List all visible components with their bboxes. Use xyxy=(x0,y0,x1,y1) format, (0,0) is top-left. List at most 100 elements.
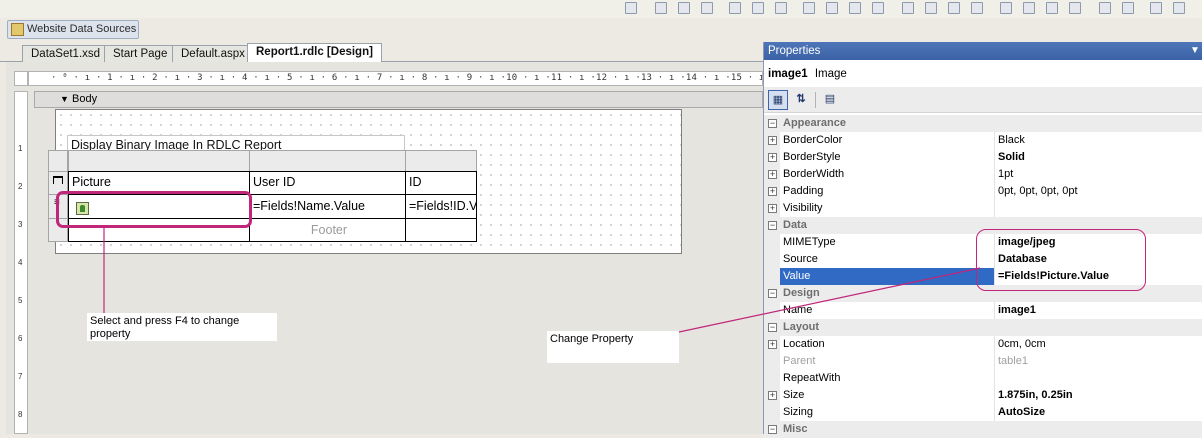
property-category[interactable]: − Layout xyxy=(764,319,1202,336)
layout-tool-icon[interactable] xyxy=(775,2,787,14)
property-row[interactable]: Sizing AutoSize xyxy=(764,404,1202,421)
table-column-handle[interactable] xyxy=(68,150,250,172)
expand-icon[interactable]: + xyxy=(768,391,777,400)
layout-tool-icon[interactable] xyxy=(971,2,983,14)
property-value[interactable]: Solid xyxy=(994,149,1202,166)
property-value[interactable]: image1 xyxy=(994,302,1202,319)
property-row[interactable]: + BorderColor Black xyxy=(764,132,1202,149)
property-name: MIMEType xyxy=(783,236,836,248)
object-name: image1 xyxy=(768,68,808,80)
expand-icon[interactable]: + xyxy=(768,153,777,162)
property-row[interactable]: + Visibility xyxy=(764,200,1202,217)
property-value[interactable]: 0pt, 0pt, 0pt, 0pt xyxy=(994,183,1202,200)
layout-tool-icon[interactable] xyxy=(1069,2,1081,14)
expand-icon[interactable]: + xyxy=(768,170,777,179)
header-cell-user-id[interactable]: User ID xyxy=(249,171,406,195)
expand-icon[interactable]: + xyxy=(768,204,777,213)
property-row[interactable]: RepeatWith xyxy=(764,370,1202,387)
detail-cell-id[interactable]: =Fields!ID.Value xyxy=(405,194,477,219)
categorized-view-icon[interactable]: ▦ xyxy=(768,90,788,110)
object-type: Image xyxy=(814,68,847,80)
property-row[interactable]: Name image1 xyxy=(764,302,1202,319)
property-name: Sizing xyxy=(783,406,813,418)
collapse-icon[interactable]: − xyxy=(768,221,777,230)
property-row[interactable]: + Size 1.875in, 0.25in xyxy=(764,387,1202,404)
category-label: Layout xyxy=(783,321,820,333)
property-value[interactable]: 0cm, 0cm xyxy=(994,336,1202,353)
value-highlight xyxy=(976,229,1146,291)
property-value[interactable]: AutoSize xyxy=(994,404,1202,421)
layout-tool-icon[interactable] xyxy=(701,2,713,14)
layout-tool-icon[interactable] xyxy=(826,2,838,14)
property-value[interactable] xyxy=(994,200,1202,217)
table-corner-handle[interactable] xyxy=(48,150,68,172)
layout-tool-icon[interactable] xyxy=(902,2,914,14)
vertical-ruler-label: 2 xyxy=(18,182,23,191)
report-title-textbox[interactable]: Display Binary Image In RDLC Report xyxy=(67,135,405,151)
tab-default-aspx[interactable]: Default.aspx xyxy=(172,45,254,62)
footer-cell[interactable] xyxy=(405,218,477,242)
property-name: Visibility xyxy=(783,202,823,214)
layout-tool-icon[interactable] xyxy=(752,2,764,14)
layout-tool-icon[interactable] xyxy=(925,2,937,14)
layout-tool-icon[interactable] xyxy=(1023,2,1035,14)
tab-start-page[interactable]: Start Page xyxy=(104,45,177,62)
layout-tool-icon[interactable] xyxy=(849,2,861,14)
category-label: Design xyxy=(783,287,820,299)
website-data-sources-tab[interactable]: Website Data Sources xyxy=(7,20,139,39)
expand-icon[interactable]: + xyxy=(768,136,777,145)
collapse-icon[interactable]: − xyxy=(768,119,777,128)
layout-tool-icon[interactable] xyxy=(1099,2,1111,14)
expand-icon[interactable]: + xyxy=(768,187,777,196)
table-column-handle[interactable] xyxy=(405,150,477,172)
panel-dropdown-icon[interactable]: ▼ xyxy=(1188,43,1202,59)
property-row[interactable]: + BorderWidth 1pt xyxy=(764,166,1202,183)
layout-tool-icon[interactable] xyxy=(1000,2,1012,14)
layout-tool-icon[interactable] xyxy=(625,2,637,14)
property-pages-icon[interactable]: ▤ xyxy=(820,90,840,110)
image-cell-highlight xyxy=(56,191,252,228)
horizontal-ruler: · ⁰ · ı · 1 · ı · 2 · ı · 3 · ı · 4 · ı … xyxy=(28,71,763,86)
property-row[interactable]: + Location 0cm, 0cm xyxy=(764,336,1202,353)
property-row[interactable]: + BorderStyle Solid xyxy=(764,149,1202,166)
tab-report1-design[interactable]: Report1.rdlc [Design] xyxy=(247,43,382,63)
property-gutter xyxy=(764,302,780,319)
detail-cell-name[interactable]: =Fields!Name.Value xyxy=(249,194,406,219)
property-value[interactable] xyxy=(994,370,1202,387)
layout-tool-icon[interactable] xyxy=(678,2,690,14)
layout-tool-icon[interactable] xyxy=(872,2,884,14)
footer-cell-label[interactable]: Footer xyxy=(249,218,406,242)
property-value[interactable]: Black xyxy=(994,132,1202,149)
property-name: RepeatWith xyxy=(783,372,841,384)
collapse-arrow-icon[interactable]: ▼ xyxy=(60,92,69,107)
tab-dataset1[interactable]: DataSet1.xsd xyxy=(22,45,110,62)
property-row[interactable]: + Padding 0pt, 0pt, 0pt, 0pt xyxy=(764,183,1202,200)
layout-tool-icon[interactable] xyxy=(948,2,960,14)
body-section-header[interactable]: ▼ Body xyxy=(34,91,763,108)
property-category[interactable]: − Misc xyxy=(764,421,1202,438)
collapse-icon[interactable]: − xyxy=(768,289,777,298)
alphabetical-sort-icon[interactable]: ⇅ xyxy=(791,90,811,110)
property-value[interactable]: 1.875in, 0.25in xyxy=(994,387,1202,404)
layout-tool-icon[interactable] xyxy=(1046,2,1058,14)
layout-tool-icon[interactable] xyxy=(1122,2,1134,14)
expand-icon[interactable]: + xyxy=(768,340,777,349)
layout-tool-icon[interactable] xyxy=(655,2,667,14)
layout-tool-icon[interactable] xyxy=(1173,2,1185,14)
property-category[interactable]: − Appearance xyxy=(764,115,1202,132)
property-value[interactable]: 1pt xyxy=(994,166,1202,183)
header-cell-id[interactable]: ID xyxy=(405,171,477,195)
collapse-icon[interactable]: − xyxy=(768,425,777,434)
property-row[interactable]: Parent table1 xyxy=(764,353,1202,370)
layout-tool-icon[interactable] xyxy=(729,2,741,14)
property-name: Padding xyxy=(783,185,824,197)
object-selector[interactable]: image1 Image xyxy=(764,62,1202,86)
body-section-label: Body xyxy=(72,93,98,105)
property-name: Parent xyxy=(783,355,816,367)
property-value[interactable]: table1 xyxy=(994,353,1202,370)
property-name: Value xyxy=(780,268,994,285)
layout-tool-icon[interactable] xyxy=(1150,2,1162,14)
collapse-icon[interactable]: − xyxy=(768,323,777,332)
table-column-handle[interactable] xyxy=(249,150,406,172)
layout-tool-icon[interactable] xyxy=(803,2,815,14)
